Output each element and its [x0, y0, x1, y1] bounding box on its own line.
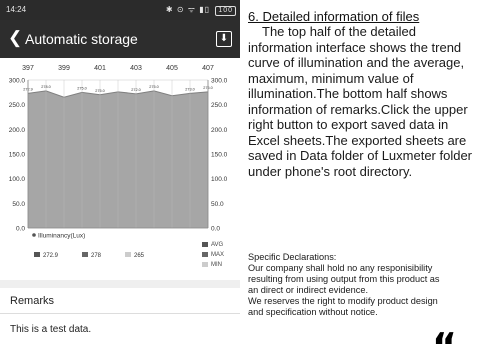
declaration-line: We reserves the right to modify product …: [248, 296, 438, 306]
remarks-text: This is a test data.: [10, 324, 92, 335]
status-icon-glyphs: ✱ ⊙ ᯤ ▮▯: [165, 5, 211, 14]
y-tick-label-right: 200.0: [211, 127, 228, 134]
paragraph-line: saved in Data folder of Luxmeter folder: [248, 148, 473, 163]
y-tick-label-right: 250.0: [211, 102, 228, 109]
remarks-header: Remarks: [0, 288, 240, 314]
illuminance-chart: 397 399 401 403 405 407 300.0 300.0 250.0 250.0 20…: [0, 58, 240, 280]
y-tick-label-right: 100.0: [211, 176, 228, 183]
legend-dot: [32, 233, 36, 237]
battery-icon: 100: [215, 6, 236, 16]
chevron-left-icon[interactable]: ❮: [8, 28, 22, 48]
data-label: 272.0: [131, 88, 141, 92]
paragraph-line: right button to export saved data in: [248, 117, 449, 132]
paragraph-line: Excel sheets.The exported sheets are: [248, 132, 467, 148]
phone-screen: 14:24 ✱ ⊙ ᯤ ▮▯ 100 ❮ Automatic storage ⬇…: [0, 0, 240, 354]
x-tick-label: 399: [58, 65, 70, 72]
x-tick-label: 401: [94, 65, 106, 72]
stat-swatch: [202, 242, 208, 247]
y-tick-label-left: 0.0: [16, 226, 25, 233]
y-tick-label-left: 250.0: [9, 102, 26, 109]
declaration-line: an direct or indirect evidence.: [248, 285, 369, 295]
stat-value-swatch: [125, 252, 131, 257]
stat-value: 265: [134, 253, 145, 259]
doc-section: 6. Detailed information of files The top…: [248, 10, 488, 179]
y-tick-label-left: 50.0: [12, 201, 25, 208]
stat-swatch: [202, 252, 208, 257]
paragraph-line: under phone's root directory.: [248, 163, 413, 179]
section-divider: [0, 280, 240, 288]
remarks-title: Remarks: [10, 295, 55, 307]
status-icons: ✱ ⊙ ᯤ ▮▯ 100: [166, 4, 236, 16]
paragraph-line: The top half of the detailed: [262, 24, 416, 39]
data-label: 275.0: [149, 85, 159, 89]
y-tick-label-left: 150.0: [9, 152, 26, 159]
page-title: Automatic storage: [25, 31, 138, 47]
x-tick-label: 403: [130, 65, 142, 72]
y-tick-label-left: 200.0: [9, 127, 26, 134]
stat-value: 278: [91, 253, 102, 259]
stat-swatch: [202, 262, 208, 267]
x-tick-label: 397: [22, 65, 34, 72]
y-tick-label-right: 300.0: [211, 78, 228, 85]
declaration-line: resulting from using output from this pr…: [248, 274, 440, 284]
status-bar: 14:24 ✱ ⊙ ᯤ ▮▯ 100: [0, 0, 240, 20]
stat-name: MAX: [211, 252, 224, 258]
remarks-content: This is a test data.: [0, 316, 240, 354]
legend-label: Illuminancy(Lux): [38, 233, 85, 240]
paragraph-line: curve of illumination and the average,: [248, 55, 465, 70]
paragraph-line: information of remarks.Click the upper: [248, 101, 468, 117]
declaration-line: and specification without notice.: [248, 307, 378, 317]
paragraph-line: information interface shows the trend: [248, 39, 462, 55]
status-time: 14:24: [6, 5, 27, 14]
stat-value-swatch: [82, 252, 88, 257]
app-bar: ❮ Automatic storage ⬇: [0, 20, 240, 58]
y-tick-label-right: 50.0: [211, 201, 224, 208]
chart-svg: 397 399 401 403 405 407 300.0 300.0 250.0 250.0 20…: [9, 65, 228, 268]
data-label: 275.0: [77, 86, 87, 90]
stat-value: 272.9: [43, 253, 59, 259]
stat-name: AVG: [211, 242, 224, 248]
section-heading: 6. Detailed information of files: [248, 9, 420, 24]
y-tick-label-left: 100.0: [9, 176, 26, 183]
data-label: 273.0: [185, 87, 195, 91]
stat-name: MIN: [211, 262, 222, 268]
y-tick-label-left: 300.0: [9, 78, 26, 85]
data-label: 278.0: [41, 85, 51, 89]
corner-quote-mark: “: [432, 325, 457, 354]
paragraph-line: maximum, minimum value of: [248, 70, 414, 86]
y-tick-label-right: 150.0: [211, 152, 228, 159]
declarations-title: Specific Declarations:: [248, 252, 337, 262]
x-tick-label: 405: [166, 65, 178, 72]
declarations-block: Specific Declarations: Our company shall …: [248, 252, 493, 318]
declaration-line: Our company shall hold no any responisib…: [248, 263, 433, 273]
stat-value-swatch: [34, 252, 40, 257]
x-tick-label: 407: [202, 65, 214, 72]
data-label: 275.0: [95, 89, 105, 93]
download-icon[interactable]: ⬇: [216, 31, 232, 47]
paragraph-line: illumination.The bottom half shows: [248, 86, 448, 101]
y-tick-label-right: 0.0: [211, 226, 220, 233]
description-paragraph: The top half of the detailed information …: [248, 24, 488, 179]
